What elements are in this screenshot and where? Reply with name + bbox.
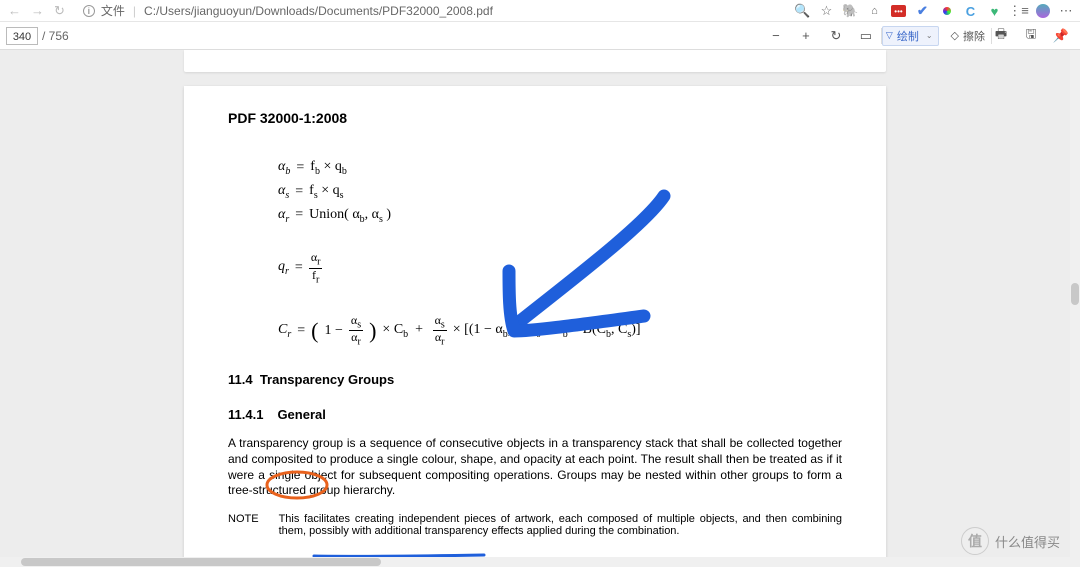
equation-block-2: qr= αrfr (278, 251, 842, 285)
vertical-scrollbar[interactable] (1070, 50, 1080, 567)
ext-c-icon[interactable]: C (963, 4, 978, 19)
reading-list-icon[interactable]: ⋮≡ (1011, 4, 1026, 19)
reload-icon[interactable]: ↻ (54, 3, 65, 19)
site-watermark: 值 什么值得买 (961, 527, 1060, 555)
section-title: Transparency Groups (260, 372, 394, 387)
chevron-down-icon: ⌄ (926, 31, 933, 40)
url-path: C:/Users/jianguoyun/Downloads/Documents/… (144, 4, 493, 18)
section-number: 11.4 (228, 372, 253, 387)
browser-address-bar: ← → ↻ i 文件 | C:/Users/jianguoyun/Downloa… (0, 0, 1080, 22)
watermark-text: 什么值得买 (995, 532, 1060, 551)
subsection-number: 11.4.1 (228, 407, 263, 422)
output-group: 🖶 🖫 📌 (992, 27, 1070, 45)
zoom-group: − + ↻ ▭ (767, 27, 875, 45)
ext-blue-icon[interactable]: ✔ (915, 4, 930, 19)
lastpass-icon[interactable]: ••• (891, 5, 906, 17)
previous-page-sliver (184, 50, 886, 72)
zoom-out-icon[interactable]: − (767, 27, 785, 45)
draw-button[interactable]: ▽ 绘制 ⌄ (882, 26, 939, 46)
pdf-viewport[interactable]: PDF 32000-1:2008 αb=fb × qb αs=fs × qs α… (0, 50, 1080, 567)
pdf-page: PDF 32000-1:2008 αb=fb × qb αs=fs × qs α… (184, 86, 886, 567)
document-title: PDF 32000-1:2008 (228, 110, 842, 126)
forward-icon[interactable]: → (31, 3, 44, 18)
file-label: 文件 (101, 2, 125, 19)
save-icon[interactable]: 🖫 (1022, 27, 1040, 45)
annotate-group: ▽ 绘制 ⌄ ◇ 擦除 (882, 26, 985, 46)
subsection-heading: 11.4.1 General (228, 407, 842, 422)
page-number-input[interactable]: 340 (6, 27, 38, 45)
page-total-label: / 756 (42, 29, 69, 43)
more-icon[interactable]: ⋯ (1059, 4, 1074, 19)
watermark-badge: 值 (961, 527, 989, 555)
clip-icon[interactable]: ⌂ (867, 4, 882, 19)
paragraph-1: A transparency group is a sequence of co… (228, 436, 842, 498)
section-heading: 11.4 Transparency Groups (228, 372, 842, 387)
subsection-title: General (277, 407, 325, 422)
evernote-icon[interactable]: 🐘 (843, 4, 858, 19)
profile-icon[interactable] (1035, 4, 1050, 19)
note-text: This facilitates creating independent pi… (279, 513, 842, 537)
back-icon[interactable]: ← (8, 3, 21, 18)
ext-rainbow-icon[interactable] (939, 4, 954, 19)
ext-shield-icon[interactable]: ♥ (987, 4, 1002, 19)
rotate-icon[interactable]: ↻ (827, 27, 845, 45)
note-row: NOTE This facilitates creating independe… (228, 513, 842, 537)
pen-triangle-icon: ▽ (886, 30, 893, 41)
zoom-icon[interactable]: 🔍 (795, 4, 810, 19)
fit-icon[interactable]: ▭ (857, 27, 875, 45)
info-icon[interactable]: i (83, 5, 95, 17)
pin-icon[interactable]: 📌 (1052, 27, 1070, 45)
draw-label: 绘制 (897, 28, 919, 44)
note-label: NOTE (228, 513, 259, 537)
erase-label: 擦除 (963, 28, 985, 44)
eraser-icon: ◇ (951, 29, 959, 42)
zoom-in-icon[interactable]: + (797, 27, 815, 45)
url-area[interactable]: i 文件 | C:/Users/jianguoyun/Downloads/Doc… (73, 2, 493, 19)
nav-arrow-group: ← → ↻ (0, 3, 73, 19)
equation-block-1: αb=fb × qb αs=fs × qs αr=Union( αb, αs ) (278, 156, 842, 227)
print-icon[interactable]: 🖶 (992, 27, 1010, 45)
erase-button[interactable]: ◇ 擦除 (951, 28, 985, 44)
favorite-icon[interactable]: ☆ (819, 4, 834, 19)
horizontal-scrollbar[interactable] (0, 557, 1070, 567)
pdf-toolbar: 340 / 756 − + ↻ ▭ ▽ 绘制 ⌄ ◇ 擦除 🖶 🖫 📌 (0, 22, 1080, 50)
equation-block-3: Cr= ( 1 − αsαr ) × Cb + αsαr × [(1 − αb)… (278, 313, 842, 348)
extension-icons: 🔍 ☆ 🐘 ⌂ ••• ✔ C ♥ ⋮≡ ⋯ (789, 0, 1080, 22)
url-separator: | (133, 4, 136, 18)
